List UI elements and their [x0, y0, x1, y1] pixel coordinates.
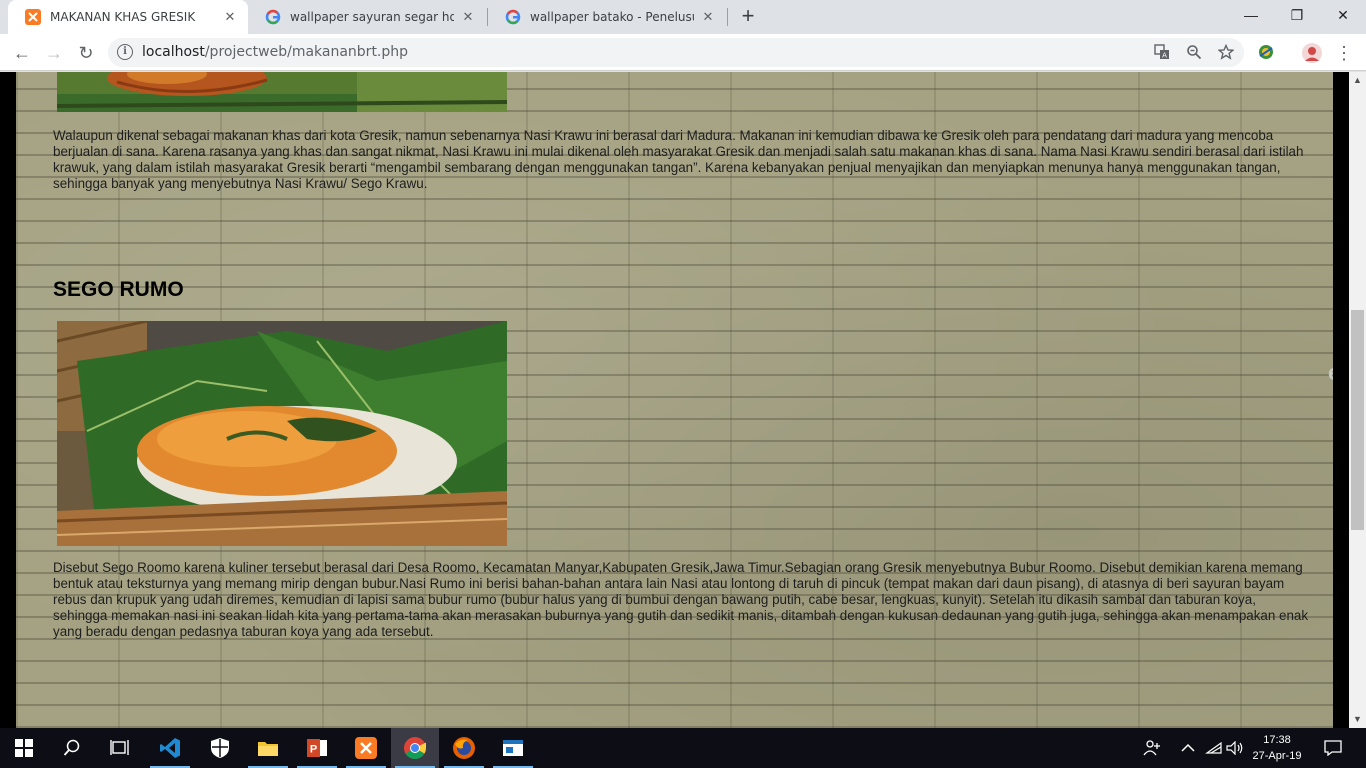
tab-close-icon[interactable]: ✕ [700, 9, 716, 25]
info-icon[interactable]: i [117, 44, 133, 60]
people-icon[interactable] [1140, 728, 1164, 768]
sego-rumo-image [57, 321, 507, 546]
sego-rumo-description: Disebut Sego Roomo karena kuliner terseb… [53, 560, 1309, 639]
tab-makanan-khas-gresik[interactable]: MAKANAN KHAS GRESIK ✕ [8, 0, 248, 34]
svg-text:P: P [310, 744, 317, 756]
page-viewport: Walaupun dikenal sebagai makanan khas da… [0, 72, 1349, 728]
tab-close-icon[interactable]: ✕ [460, 9, 476, 25]
search-icon[interactable] [48, 728, 96, 768]
browser-toolbar: ← → ↻ i localhost/projectweb/makananbrt.… [0, 34, 1366, 71]
address-bar[interactable]: i localhost/projectweb/makananbrt.php A [108, 38, 1244, 67]
file-explorer-icon[interactable] [244, 728, 292, 768]
task-view-icon[interactable] [96, 728, 144, 768]
restore-button[interactable]: ❐ [1274, 0, 1320, 30]
vertical-scrollbar[interactable]: ▲ ▼ [1349, 72, 1366, 728]
google-icon [265, 9, 281, 25]
chrome-icon[interactable] [391, 728, 439, 768]
defender-icon[interactable] [196, 728, 244, 768]
tab-strip: MAKANAN KHAS GRESIK ✕ wallpaper sayuran … [0, 0, 1366, 34]
scroll-down-arrow[interactable]: ▼ [1349, 711, 1366, 728]
tab-separator [727, 8, 728, 26]
nasi-krawu-description: Walaupun dikenal sebagai makanan khas da… [53, 128, 1304, 191]
app-window-icon[interactable] [489, 728, 537, 768]
url-text[interactable]: localhost/projectweb/makananbrt.php [142, 44, 408, 60]
wifi-icon[interactable] [1203, 728, 1225, 768]
close-window-button[interactable]: ✕ [1320, 0, 1366, 30]
system-clock[interactable]: 17:38 27-Apr-19 [1246, 732, 1308, 764]
nasi-krawu-image [57, 72, 507, 112]
vscode-icon[interactable] [146, 728, 194, 768]
volume-icon[interactable] [1224, 728, 1246, 768]
xampp-icon[interactable] [342, 728, 390, 768]
google-icon [505, 9, 521, 25]
scroll-thumb[interactable] [1351, 310, 1364, 530]
minimize-button[interactable]: — [1228, 0, 1274, 30]
page-content: Walaupun dikenal sebagai makanan khas da… [16, 72, 1333, 728]
zoom-icon[interactable] [1185, 44, 1203, 62]
scroll-up-arrow[interactable]: ▲ [1349, 72, 1366, 89]
bookmark-star-icon[interactable] [1217, 43, 1235, 62]
profile-avatar[interactable] [1301, 42, 1323, 64]
forward-button[interactable]: → [40, 39, 68, 67]
tab-title: MAKANAN KHAS GRESIK [50, 10, 196, 24]
chevron-up-icon[interactable] [1176, 728, 1200, 768]
reload-button[interactable]: ↻ [72, 39, 100, 67]
extension-icon[interactable] [1256, 42, 1278, 64]
url-path: /projectweb/makananbrt.php [204, 44, 409, 60]
new-tab-button[interactable]: + [736, 5, 760, 29]
tab-wallpaper-sayuran[interactable]: wallpaper sayuran segar hd - Pen ✕ [248, 0, 486, 34]
menu-button[interactable]: ⋮ [1330, 39, 1358, 67]
powerpoint-icon[interactable]: P [293, 728, 341, 768]
url-host: localhost [142, 44, 205, 60]
notification-icon[interactable] [1318, 728, 1348, 768]
start-button[interactable] [0, 728, 48, 768]
windows-taskbar: P 17:38 27-Apr-19 [0, 728, 1366, 768]
tab-close-icon[interactable]: ✕ [222, 9, 238, 25]
tab-title: wallpaper batako - Penelusuran G [530, 10, 694, 24]
partial-edge-text: es [1328, 360, 1333, 386]
firefox-icon[interactable] [440, 728, 488, 768]
xampp-icon [25, 9, 41, 25]
tab-wallpaper-batako[interactable]: wallpaper batako - Penelusuran G ✕ [488, 0, 726, 34]
svg-text:A: A [1162, 52, 1167, 60]
clock-time: 17:38 [1263, 734, 1291, 746]
tab-title: wallpaper sayuran segar hd - Pen [290, 10, 454, 24]
translate-icon[interactable]: A [1153, 44, 1171, 62]
sego-rumo-heading: SEGO RUMO [53, 278, 184, 301]
clock-date: 27-Apr-19 [1252, 750, 1302, 762]
back-button[interactable]: ← [8, 39, 36, 67]
